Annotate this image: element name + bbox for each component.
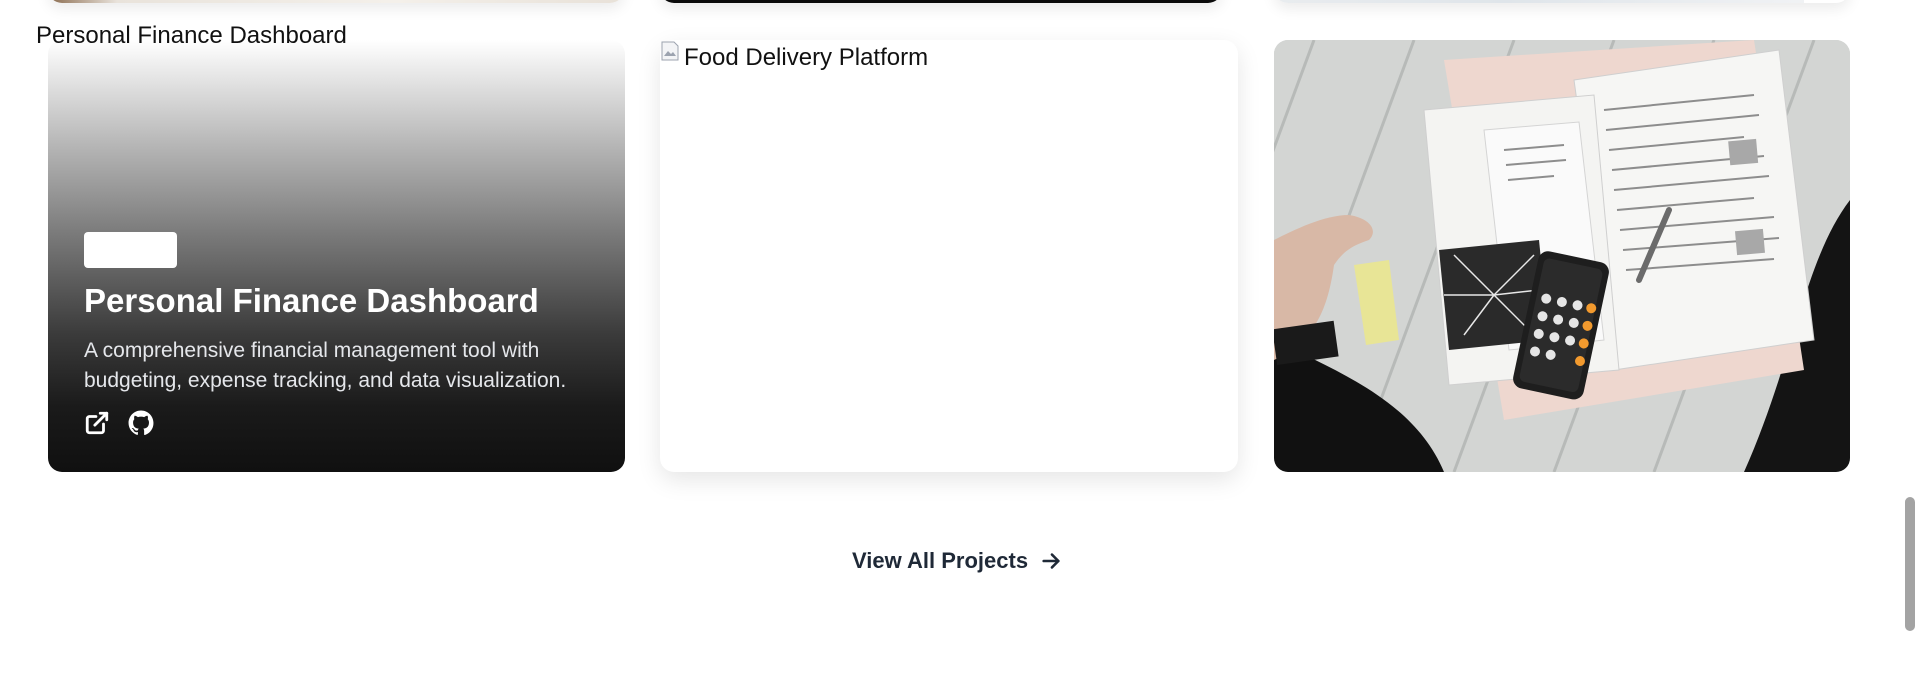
project-photo xyxy=(1274,40,1850,472)
project-category-badge: Web App xyxy=(84,232,177,268)
project-card-food-delivery[interactable] xyxy=(660,40,1238,472)
previous-project-badge xyxy=(1804,0,1844,3)
previous-project-card[interactable] xyxy=(48,0,624,3)
view-all-label: View All Projects xyxy=(852,548,1029,573)
project-links xyxy=(84,410,154,436)
broken-image-alt-text: Food Delivery Platform xyxy=(684,44,929,71)
scrollbar-thumb[interactable] xyxy=(1905,497,1915,631)
external-link-icon[interactable] xyxy=(84,410,110,436)
projects-section: Web App Personal Finance Dashboard A com… xyxy=(0,0,1919,676)
project-card-personal-finance[interactable]: Web App Personal Finance Dashboard A com… xyxy=(48,40,625,472)
broken-image-icon xyxy=(660,40,680,62)
github-icon[interactable] xyxy=(128,410,154,436)
arrow-right-icon xyxy=(1040,550,1062,572)
previous-project-image xyxy=(660,0,1222,3)
previous-project-card[interactable] xyxy=(660,0,1222,3)
page-scrollbar[interactable] xyxy=(1901,0,1919,676)
previous-project-card[interactable] xyxy=(1274,0,1850,3)
broken-image-alt-text: Personal Finance Dashboard xyxy=(36,22,347,49)
view-all-projects-link[interactable]: View All Projects xyxy=(852,548,1062,574)
project-description: A comprehensive financial management too… xyxy=(84,339,567,392)
project-title: Personal Finance Dashboard xyxy=(84,282,539,319)
project-card-finance-photo[interactable] xyxy=(1274,40,1850,472)
